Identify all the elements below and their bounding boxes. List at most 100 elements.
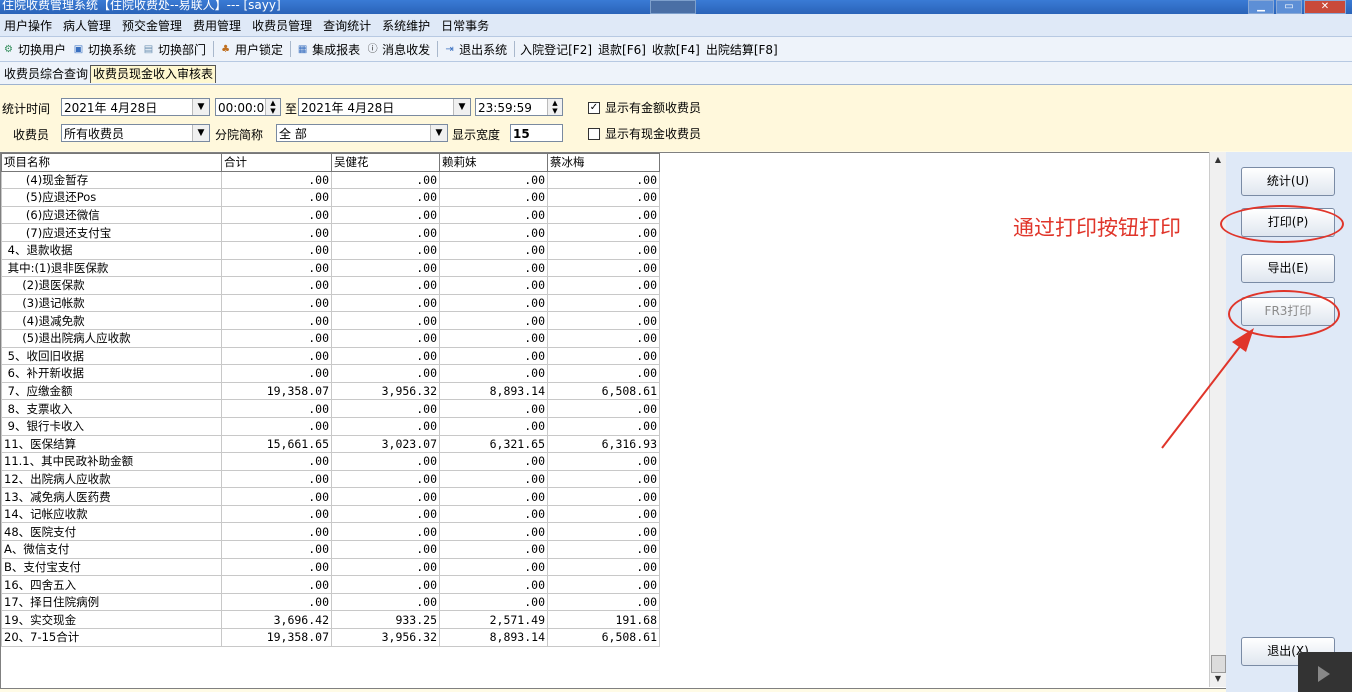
- scroll-down-icon[interactable]: ▼: [1210, 671, 1226, 687]
- branch-select[interactable]: 全 部 ▼: [276, 124, 448, 142]
- table-row[interactable]: 其中:(1)退非医保款 .00.00.00.00: [1, 258, 660, 278]
- table-row[interactable]: 19、实交现金 3,696.42 933.25 2,571.49 191.68: [1, 610, 660, 630]
- table-row[interactable]: 17、择日住院病例 .00.00.00.00: [1, 592, 660, 612]
- table-row[interactable]: 7、应缴金额 19,358.07 3,956.32 8,893.14 6,508.61: [1, 381, 660, 401]
- table-row[interactable]: B、支付宝支付 .00.00.00.00: [1, 557, 660, 577]
- filter-panel: 统计时间 2021年 4月28日 ▼ 00:00:00 ▲ ▼ 至 2021年 4…: [0, 85, 1352, 151]
- menu-cashier[interactable]: 收费员管理: [252, 17, 312, 34]
- table-row[interactable]: 6、补开新收据 .00.00.00.00: [1, 364, 660, 383]
- table-row[interactable]: A、微信支付 .00.00.00.00: [1, 540, 660, 559]
- switch-system-button[interactable]: ▣ 切换系统: [72, 41, 136, 58]
- table-row[interactable]: 4、退款收据 .00.00.00.00: [1, 240, 660, 260]
- close-button[interactable]: ✕: [1304, 0, 1346, 14]
- row-amount-cell: .00: [221, 258, 332, 278]
- table-row[interactable]: 8、支票收入 .00.00.00.00: [1, 399, 660, 418]
- chevron-down-icon[interactable]: ▼: [192, 125, 209, 141]
- tab-bar: 收费员综合查询 收费员现金收入审核表: [0, 62, 1352, 85]
- table-row[interactable]: (5)应退还Pos .00.00.00.00: [1, 188, 660, 207]
- col-header-item[interactable]: 项目名称: [1, 153, 222, 172]
- table-row[interactable]: 9、银行卡收入 .00.00.00.00: [1, 416, 660, 436]
- admission-button[interactable]: 入院登记[F2]: [520, 41, 592, 58]
- media-overlay-icon[interactable]: [1298, 652, 1352, 692]
- message-button[interactable]: ⓘ 消息收发: [366, 41, 431, 58]
- table-row[interactable]: (6)应退还微信 .00.00.00.00: [1, 205, 660, 225]
- minimize-button[interactable]: ▁: [1248, 0, 1274, 14]
- chevron-down-icon[interactable]: ▼: [453, 99, 470, 115]
- stat-button[interactable]: 统计(U): [1241, 167, 1335, 196]
- chevron-down-icon[interactable]: ▼: [430, 125, 447, 141]
- table-row[interactable]: 5、收回旧收据 .00.00.00.00: [1, 346, 660, 366]
- cashier-select[interactable]: 所有收费员 ▼: [61, 124, 210, 142]
- time-from-field[interactable]: 00:00:00 ▲ ▼: [215, 98, 281, 116]
- refund-button[interactable]: 退款[F6]: [598, 41, 646, 58]
- lock-user-button[interactable]: ♣ 用户锁定: [219, 41, 283, 58]
- table-row[interactable]: 11、医保结算 15,661.65 3,023.07 6,321.65 6,316.93: [1, 434, 660, 454]
- table-row[interactable]: 14、记帐应收款 .00.00.00.00: [1, 504, 660, 524]
- menu-patient[interactable]: 病人管理: [63, 17, 111, 34]
- row-amount-cell: .00: [221, 487, 332, 506]
- menu-daily[interactable]: 日常事务: [441, 17, 489, 34]
- col-header-cashier-1[interactable]: 吴健花: [331, 153, 440, 172]
- table-row[interactable]: 20、7-15合计 19,358.07 3,956.32 8,893.14 6,508.…: [1, 628, 660, 647]
- row-amount-cell: .00: [331, 487, 440, 506]
- spinner-icon[interactable]: ▲ ▼: [547, 99, 562, 115]
- maximize-button[interactable]: ▭: [1276, 0, 1302, 14]
- table-row[interactable]: (3)退记帐款 .00.00.00.00: [1, 293, 660, 313]
- tab-cash-income-audit[interactable]: 收费员现金收入审核表: [90, 65, 217, 83]
- row-amount-cell: .00: [439, 364, 548, 383]
- scroll-up-icon[interactable]: ▲: [1210, 152, 1226, 168]
- row-amount-cell: .00: [331, 240, 440, 260]
- exit-system-button[interactable]: ⇥ 退出系统: [443, 41, 507, 58]
- spinner-icon[interactable]: ▲ ▼: [265, 99, 280, 115]
- row-amount-cell: .00: [221, 452, 332, 471]
- width-input[interactable]: 15: [510, 124, 563, 142]
- table-row[interactable]: 16、四舍五入 .00.00.00.00: [1, 575, 660, 594]
- export-button[interactable]: 导出(E): [1241, 254, 1335, 283]
- toolbar-separator: [514, 41, 516, 57]
- menu-user-ops[interactable]: 用户操作: [4, 17, 52, 34]
- menu-deposit[interactable]: 预交金管理: [122, 17, 182, 34]
- switch-dept-label: 切换部门: [158, 42, 207, 57]
- row-amount-cell: .00: [547, 223, 660, 242]
- menu-system[interactable]: 系统维护: [382, 17, 430, 34]
- branch-label: 分院简称: [215, 128, 264, 142]
- time-to-field[interactable]: 23:59:59 ▲ ▼: [475, 98, 563, 116]
- row-amount-cell: 3,696.42: [221, 610, 332, 630]
- row-amount-cell: .00: [547, 205, 660, 225]
- table-row[interactable]: (7)应退还支付宝 .00.00.00.00: [1, 223, 660, 242]
- report-table: 项目名称 合计 吴健花 赖莉妹 蔡冰梅 (4)现金暂存 .00.00.00.00 …: [1, 153, 660, 647]
- date-to-picker[interactable]: 2021年 4月28日 ▼: [298, 98, 471, 116]
- table-row[interactable]: 11.1、其中民政补助金额 .00.00.00.00: [1, 452, 660, 471]
- col-header-total[interactable]: 合计: [221, 153, 332, 172]
- show-amount-cashier-checkbox[interactable]: ✓ 显示有金额收费员: [588, 99, 701, 116]
- row-amount-cell: .00: [221, 504, 332, 524]
- time-to-value: 23:59:59: [478, 101, 532, 115]
- table-row[interactable]: (2)退医保款 .00.00.00.00: [1, 276, 660, 295]
- row-item-name: (3)退记帐款: [1, 293, 222, 313]
- table-row[interactable]: 48、医院支付 .00.00.00.00: [1, 522, 660, 542]
- table-row[interactable]: (4)现金暂存 .00.00.00.00: [1, 170, 660, 190]
- table-row[interactable]: (4)退减免款 .00.00.00.00: [1, 311, 660, 330]
- date-from-picker[interactable]: 2021年 4月28日 ▼: [61, 98, 210, 116]
- report-button[interactable]: ▦ 集成报表: [296, 41, 360, 58]
- collect-button[interactable]: 收款[F4]: [652, 41, 700, 58]
- show-cash-cashier-checkbox[interactable]: 显示有现金收费员: [588, 125, 701, 142]
- col-header-cashier-3[interactable]: 蔡冰梅: [547, 153, 660, 172]
- menu-fees[interactable]: 费用管理: [193, 17, 241, 34]
- switch-user-button[interactable]: ⚙ 切换用户: [2, 41, 66, 58]
- menu-query[interactable]: 查询统计: [323, 17, 371, 34]
- row-amount-cell: .00: [547, 504, 660, 524]
- window-titlebar: 住院收费管理系统【住院收费处--易联人】--- [sayy] ▁ ▭ ✕: [0, 0, 1352, 14]
- row-amount-cell: .00: [439, 293, 548, 313]
- table-row[interactable]: 13、减免病人医药费 .00.00.00.00: [1, 487, 660, 506]
- row-amount-cell: 8,893.14: [439, 628, 548, 647]
- tab-cashier-summary[interactable]: 收费员综合查询: [2, 66, 90, 83]
- chevron-down-icon[interactable]: ▼: [192, 99, 209, 115]
- switch-dept-button[interactable]: ▤ 切换部门: [142, 41, 206, 58]
- table-row[interactable]: (5)退出院病人应收款 .00.00.00.00: [1, 328, 660, 348]
- col-header-cashier-2[interactable]: 赖莉妹: [439, 153, 548, 172]
- discharge-button[interactable]: 出院结算[F8]: [706, 41, 778, 58]
- cashier-label: 收费员: [13, 128, 50, 142]
- table-row[interactable]: 12、出院病人应收款 .00.00.00.00: [1, 469, 660, 489]
- row-amount-cell: .00: [221, 522, 332, 542]
